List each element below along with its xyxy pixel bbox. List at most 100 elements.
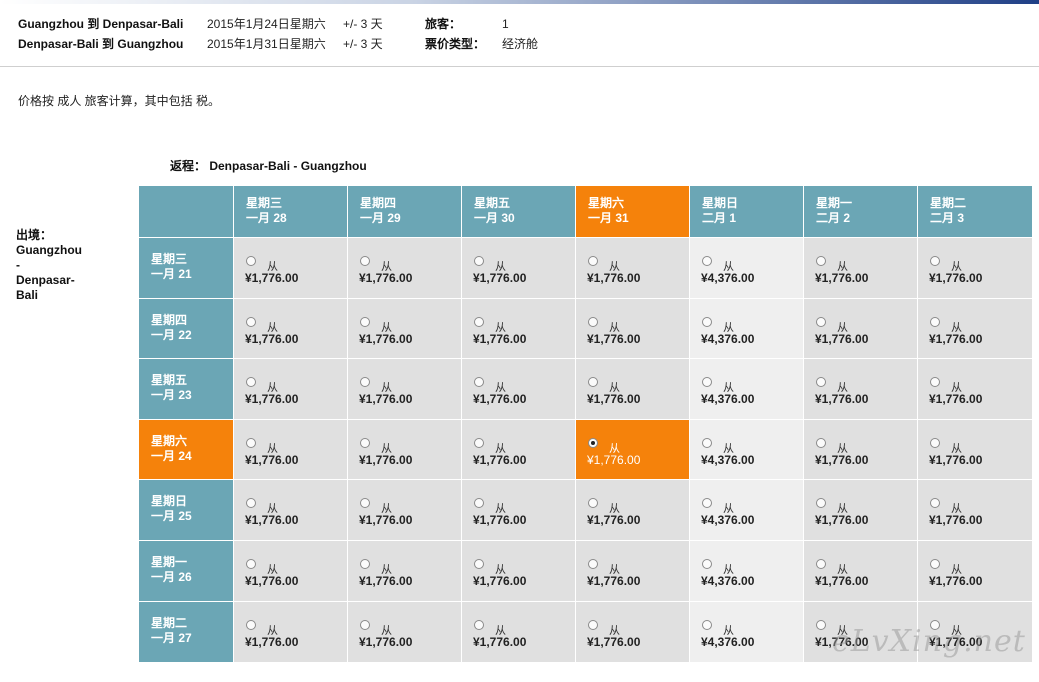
fare-radio-button[interactable]: [246, 559, 256, 569]
fare-cell[interactable]: 从 ¥1,776.00: [576, 602, 690, 663]
fare-radio-button[interactable]: [474, 620, 484, 630]
fare-radio-button[interactable]: [474, 438, 484, 448]
fare-radio-button[interactable]: [360, 498, 370, 508]
row-header: 星期五 一月 23: [139, 359, 234, 420]
fare-radio-button[interactable]: [360, 377, 370, 387]
fare-cell[interactable]: 从 ¥1,776.00: [462, 602, 576, 663]
fare-cell[interactable]: 从 ¥1,776.00: [918, 480, 1033, 541]
fare-cell[interactable]: 从 ¥4,376.00: [690, 359, 804, 420]
outbound-label-line: -: [16, 258, 20, 272]
fare-cell[interactable]: 从 ¥1,776.00: [918, 299, 1033, 359]
fare-cell[interactable]: 从 ¥1,776.00: [348, 602, 462, 663]
fare-radio-button[interactable]: [588, 256, 598, 266]
fare-cell[interactable]: 从 ¥1,776.00: [918, 541, 1033, 602]
fare-cell[interactable]: 从 ¥1,776.00: [462, 238, 576, 299]
fare-radio-button[interactable]: [474, 377, 484, 387]
fare-radio-button[interactable]: [246, 377, 256, 387]
fare-radio-button[interactable]: [930, 559, 940, 569]
fare-cell[interactable]: 从 ¥1,776.00: [234, 420, 348, 480]
fare-cell[interactable]: 从 ¥1,776.00: [804, 238, 918, 299]
fare-radio-button[interactable]: [246, 620, 256, 630]
fare-cell[interactable]: 从 ¥4,376.00: [690, 602, 804, 663]
fare-cell[interactable]: 从 ¥1,776.00: [234, 541, 348, 602]
fare-radio-button[interactable]: [474, 559, 484, 569]
fare-radio-button[interactable]: [702, 317, 712, 327]
fare-radio-button[interactable]: [816, 256, 826, 266]
fare-radio-button[interactable]: [702, 438, 712, 448]
fare-radio-button[interactable]: [360, 256, 370, 266]
fare-radio-button[interactable]: [816, 438, 826, 448]
fare-cell[interactable]: 从 ¥1,776.00: [234, 238, 348, 299]
fare-cell[interactable]: 从 ¥4,376.00: [690, 480, 804, 541]
fare-radio-button[interactable]: [930, 498, 940, 508]
row-header: 星期日 一月 25: [139, 480, 234, 541]
fare-radio-button[interactable]: [816, 559, 826, 569]
fare-radio-button[interactable]: [246, 438, 256, 448]
fare-cell[interactable]: 从 ¥4,376.00: [690, 238, 804, 299]
fare-cell[interactable]: 从 ¥1,776.00: [804, 359, 918, 420]
fare-cell[interactable]: 从 ¥1,776.00: [918, 359, 1033, 420]
fare-radio-button[interactable]: [702, 620, 712, 630]
fare-radio-button[interactable]: [816, 498, 826, 508]
fare-radio-button[interactable]: [360, 620, 370, 630]
fare-radio-button[interactable]: [702, 377, 712, 387]
fare-cell[interactable]: 从 ¥1,776.00: [234, 359, 348, 420]
fare-radio-button[interactable]: [702, 498, 712, 508]
fare-price: ¥4,376.00: [701, 635, 755, 649]
leg1-date: 2015年1月24日星期六: [207, 17, 326, 31]
fare-cell[interactable]: 从 ¥1,776.00: [348, 541, 462, 602]
fare-cell[interactable]: 从 ¥1,776.00: [804, 299, 918, 359]
fare-radio-button[interactable]: [588, 559, 598, 569]
fare-cell[interactable]: 从 ¥1,776.00: [462, 299, 576, 359]
fare-radio-button[interactable]: [360, 438, 370, 448]
fare-radio-button[interactable]: [246, 498, 256, 508]
fare-radio-button[interactable]: [246, 317, 256, 327]
fare-radio-button[interactable]: [360, 317, 370, 327]
fare-cell[interactable]: 从 ¥1,776.00: [348, 480, 462, 541]
fare-radio-button[interactable]: [588, 377, 598, 387]
fare-cell[interactable]: 从 ¥1,776.00: [462, 480, 576, 541]
fare-cell[interactable]: 从 ¥1,776.00: [918, 420, 1033, 480]
fare-radio-button[interactable]: [930, 317, 940, 327]
fare-cell[interactable]: 从 ¥4,376.00: [690, 420, 804, 480]
fare-cell[interactable]: 从 ¥1,776.00: [234, 299, 348, 359]
fare-radio-button[interactable]: [588, 317, 598, 327]
fare-radio-button[interactable]: [588, 620, 598, 630]
fare-cell[interactable]: 从 ¥4,376.00: [690, 541, 804, 602]
fare-radio-button[interactable]: [246, 256, 256, 266]
fare-radio-button[interactable]: [588, 438, 598, 448]
fare-cell[interactable]: 从 ¥1,776.00: [348, 420, 462, 480]
fare-radio-button[interactable]: [930, 256, 940, 266]
fare-radio-button[interactable]: [702, 559, 712, 569]
fare-cell[interactable]: 从 ¥1,776.00: [462, 420, 576, 480]
fare-cell[interactable]: 从 ¥1,776.00: [576, 480, 690, 541]
fare-cell[interactable]: 从 ¥1,776.00: [348, 238, 462, 299]
fare-radio-button[interactable]: [930, 377, 940, 387]
fare-cell[interactable]: 从 ¥1,776.00: [462, 541, 576, 602]
fare-radio-button[interactable]: [360, 559, 370, 569]
fare-cell[interactable]: 从 ¥4,376.00: [690, 299, 804, 359]
fare-cell[interactable]: 从 ¥1,776.00: [348, 299, 462, 359]
fare-radio-button[interactable]: [588, 498, 598, 508]
fare-cell[interactable]: 从 ¥1,776.00: [804, 480, 918, 541]
fare-cell[interactable]: 从 ¥1,776.00: [576, 359, 690, 420]
fare-radio-button[interactable]: [474, 317, 484, 327]
fare-radio-button[interactable]: [474, 498, 484, 508]
fare-radio-button[interactable]: [702, 256, 712, 266]
fare-radio-button[interactable]: [816, 317, 826, 327]
fare-cell[interactable]: 从 ¥1,776.00: [576, 299, 690, 359]
fare-radio-button[interactable]: [930, 438, 940, 448]
fare-radio-button[interactable]: [816, 620, 826, 630]
fare-cell[interactable]: 从 ¥1,776.00: [348, 359, 462, 420]
fare-cell[interactable]: 从 ¥1,776.00: [576, 541, 690, 602]
fare-radio-button[interactable]: [816, 377, 826, 387]
fare-cell[interactable]: 从 ¥1,776.00: [576, 420, 690, 480]
fare-cell[interactable]: 从 ¥1,776.00: [804, 541, 918, 602]
fare-cell[interactable]: 从 ¥1,776.00: [462, 359, 576, 420]
fare-cell[interactable]: 从 ¥1,776.00: [804, 420, 918, 480]
fare-radio-button[interactable]: [474, 256, 484, 266]
fare-cell[interactable]: 从 ¥1,776.00: [234, 480, 348, 541]
fare-cell[interactable]: 从 ¥1,776.00: [234, 602, 348, 663]
fare-cell[interactable]: 从 ¥1,776.00: [918, 238, 1033, 299]
fare-cell[interactable]: 从 ¥1,776.00: [576, 238, 690, 299]
